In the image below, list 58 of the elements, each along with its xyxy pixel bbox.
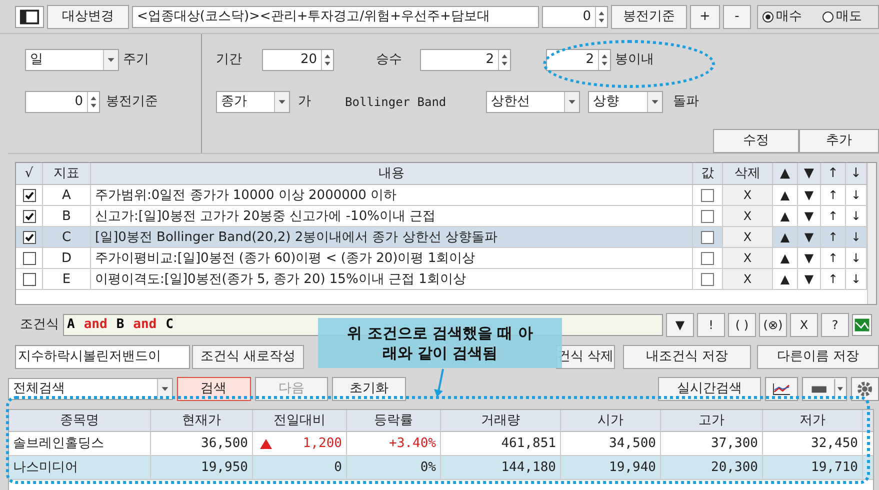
- column-header: 지표: [43, 163, 91, 184]
- table-cell: 솔브레인홀딩스: [9, 432, 151, 455]
- table-cell: E: [43, 269, 91, 289]
- price-suffix: 가: [298, 93, 311, 112]
- table-cell: [일]0봉전 Bollinger Band(20,2) 2봉이내에서 종가 상한선 상향돌파: [91, 227, 693, 247]
- column-header: ▲: [773, 163, 798, 184]
- table-cell: 19,710: [763, 456, 863, 479]
- period-label: 주기: [123, 51, 149, 70]
- table-cell: 34,500: [561, 432, 661, 455]
- column-header: 고가: [661, 410, 763, 431]
- formula-token: and: [84, 316, 108, 334]
- table-cell-text: 1,200: [302, 434, 342, 452]
- callout-text: 래와 같이 검색됨: [382, 343, 498, 363]
- column-header: ▼: [798, 163, 821, 184]
- formula-label: 조건식: [20, 316, 60, 334]
- table-cell: 20,300: [661, 456, 763, 479]
- column-header: √: [16, 163, 43, 184]
- column-header: 거래량: [441, 410, 561, 431]
- column-header: 종목명: [9, 410, 151, 431]
- column-header: 등락률: [347, 410, 441, 431]
- table-cell: 0%: [347, 456, 441, 479]
- table-cell: 37,300: [661, 432, 763, 455]
- offset-label: 봉전기준: [106, 93, 158, 112]
- column-header: 내용: [91, 163, 693, 184]
- table-cell: 144,180: [441, 456, 561, 479]
- column-header: 저가: [763, 410, 863, 431]
- table-cell: 주가이평비교:[일]0봉전 (종가 60)이평 < (종가 20)이평 1회이상: [91, 248, 693, 268]
- table-cell: 이평이격도:[일]0봉전(종가 5, 종가 20) 15%이내 근접 1회이상: [91, 269, 693, 289]
- multiplier-label: 승수: [376, 51, 403, 70]
- column-header: 삭제: [723, 163, 773, 184]
- callout-text: 위 조건으로 검색했을 때 아: [347, 323, 533, 343]
- table-cell: 36,500: [151, 432, 253, 455]
- action-label: 돌파: [673, 93, 699, 112]
- table-cell: 32,450: [763, 432, 863, 455]
- column-header: 값: [693, 163, 723, 184]
- table-cell: C: [43, 227, 91, 247]
- column-header: 시가: [561, 410, 661, 431]
- table-cell: 19,940: [561, 456, 661, 479]
- table-cell: 461,851: [441, 432, 561, 455]
- table-cell: 신고가:[일]0봉전 고가가 20봉중 신고가에 -10%이내 근접: [91, 206, 693, 226]
- column-header: 전일대비: [253, 410, 347, 431]
- indicator-label: Bollinger Band: [345, 94, 448, 111]
- column-header: ↑: [821, 163, 846, 184]
- table-cell: A: [43, 185, 91, 205]
- table-cell: +3.40%: [347, 432, 441, 455]
- formula-token: B: [116, 316, 124, 334]
- within-label: 봉이내: [615, 51, 654, 70]
- formula-token: and: [133, 316, 157, 334]
- table-cell: 나스미디어: [9, 456, 151, 479]
- table-cell-text: 0: [334, 458, 342, 476]
- column-header: 현재가: [151, 410, 253, 431]
- table-cell: B: [43, 206, 91, 226]
- table-cell: 주가범위:0일전 종가가 10000 이상 2000000 이하: [91, 185, 693, 205]
- table-cell: 19,950: [151, 456, 253, 479]
- term-label: 기간: [216, 51, 243, 70]
- formula-token: C: [166, 316, 174, 334]
- formula-token: A: [67, 316, 75, 334]
- table-cell: D: [43, 248, 91, 268]
